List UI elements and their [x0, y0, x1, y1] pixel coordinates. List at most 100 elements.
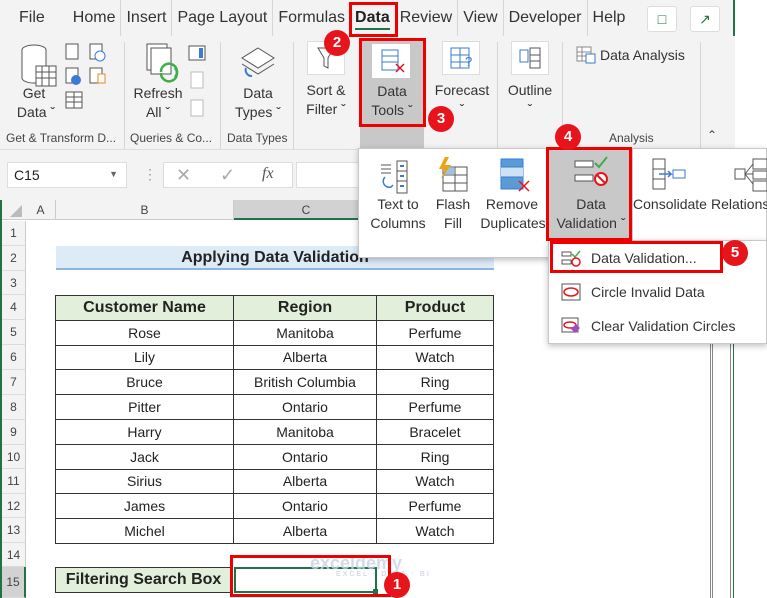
comments-button[interactable]: □: [647, 6, 677, 32]
region-cell[interactable]: Ontario: [233, 443, 377, 470]
group-label-get-transform: Get & Transform D...: [6, 131, 117, 145]
row-header[interactable]: 9: [2, 420, 26, 445]
name-box-dropdown-icon[interactable]: ▼: [109, 169, 118, 179]
product-cell[interactable]: Watch: [376, 518, 494, 544]
row-header[interactable]: 4: [2, 295, 26, 320]
window-edge-right-lower: [733, 340, 734, 598]
table-row: Michel Alberta Watch: [55, 518, 494, 544]
customer-name-cell[interactable]: Michel: [55, 518, 234, 544]
collapse-ribbon-icon[interactable]: ⌃: [707, 128, 717, 142]
formula-bar-grip-icon: ⋮: [143, 166, 157, 182]
region-cell[interactable]: Alberta: [233, 468, 377, 495]
enter-icon[interactable]: ✓: [220, 165, 235, 186]
customer-name-cell[interactable]: Pitter: [55, 394, 234, 420]
table-row: Bruce British Columbia Ring: [55, 369, 494, 396]
product-cell[interactable]: Perfume: [376, 394, 494, 420]
data-validation-button[interactable]: Data Validation ˇ: [549, 149, 633, 245]
row-header[interactable]: 1: [2, 221, 26, 246]
select-all-corner[interactable]: [2, 200, 26, 220]
product-cell[interactable]: Watch: [376, 344, 494, 371]
customer-name-cell[interactable]: Sirius: [55, 468, 234, 495]
insert-function-icon[interactable]: fx: [262, 165, 274, 183]
row-header[interactable]: 5: [2, 320, 26, 345]
product-cell[interactable]: Bracelet: [376, 418, 494, 445]
table-header-row: Customer Name Region Product: [55, 295, 494, 321]
tab-file[interactable]: File: [14, 0, 50, 36]
data-tools-button[interactable]: Data Tools ˇ: [360, 40, 424, 150]
sort-filter-label-1: Sort &: [306, 82, 346, 98]
tab-page-layout[interactable]: Page Layout: [171, 0, 272, 36]
refresh-label-text: All: [145, 104, 162, 120]
tab-home[interactable]: Home: [68, 0, 121, 36]
region-cell[interactable]: Alberta: [233, 518, 377, 544]
customer-name-cell[interactable]: James: [55, 493, 234, 520]
row-header[interactable]: 8: [2, 395, 26, 420]
product-cell[interactable]: Ring: [376, 369, 494, 396]
header-region[interactable]: Region: [233, 295, 377, 321]
product-cell[interactable]: Perfume: [376, 319, 494, 346]
comment-icon: □: [657, 11, 667, 27]
column-header-c[interactable]: C: [234, 200, 378, 220]
relationships-label: Relations: [711, 196, 767, 212]
customer-name-cell[interactable]: Jack: [55, 443, 234, 470]
region-cell[interactable]: Manitoba: [233, 418, 377, 445]
group-label-analysis: Analysis: [609, 131, 654, 145]
row-header[interactable]: 2: [2, 246, 26, 271]
data-validation-icon: [574, 156, 608, 186]
product-cell[interactable]: Watch: [376, 468, 494, 495]
column-header-b[interactable]: B: [56, 200, 234, 220]
customer-name-cell[interactable]: Rose: [55, 319, 234, 346]
data-tools-icon: [381, 49, 405, 73]
column-header-a[interactable]: A: [26, 200, 56, 220]
tab-insert[interactable]: Insert: [120, 0, 171, 36]
table-row: Sirius Alberta Watch: [55, 468, 494, 495]
formula-input[interactable]: [296, 162, 366, 188]
tab-view[interactable]: View: [457, 0, 502, 36]
region-cell[interactable]: Ontario: [233, 394, 377, 420]
name-box[interactable]: C15 ▼: [7, 162, 127, 188]
customer-name-cell[interactable]: Lily: [55, 344, 234, 371]
fill-handle[interactable]: [373, 589, 378, 594]
tab-review[interactable]: Review: [395, 0, 457, 36]
scrollbar-divider: [712, 340, 713, 598]
menu-item-data-validation[interactable]: Data Validation...: [561, 245, 697, 271]
group-separator: [700, 42, 701, 150]
row-header[interactable]: 6: [2, 345, 26, 370]
region-cell[interactable]: British Columbia: [233, 369, 377, 396]
menu-item-clear-validation-circles[interactable]: Clear Validation Circles: [561, 313, 735, 339]
tab-data[interactable]: Data: [350, 0, 395, 36]
relationships-icon: [734, 158, 767, 192]
customer-name-cell[interactable]: Harry: [55, 418, 234, 445]
step-badge-2: 2: [324, 30, 350, 56]
row-header[interactable]: 15: [2, 567, 26, 598]
row-header[interactable]: 12: [2, 494, 26, 518]
tab-developer[interactable]: Developer: [502, 0, 587, 36]
row-header[interactable]: 3: [2, 271, 26, 295]
region-cell[interactable]: Alberta: [233, 344, 377, 371]
group-label-data-types: Data Types: [227, 131, 288, 145]
row-header[interactable]: 13: [2, 518, 26, 543]
header-customer-name[interactable]: Customer Name: [55, 295, 234, 321]
tab-help[interactable]: Help: [586, 0, 631, 36]
row-header[interactable]: 11: [2, 469, 26, 494]
menu-item-circle-invalid-data[interactable]: Circle Invalid Data: [561, 279, 705, 305]
region-cell[interactable]: Ontario: [233, 493, 377, 520]
queries-small-icons: [188, 45, 206, 117]
watermark-brand: exceldemy: [310, 553, 403, 573]
consolidate-icon: [652, 158, 686, 190]
row-header[interactable]: 14: [2, 543, 26, 567]
data-analysis-button[interactable]: Data Analysis: [576, 45, 685, 65]
data-types-icon: [241, 47, 275, 77]
header-product[interactable]: Product: [376, 295, 494, 321]
product-cell[interactable]: Ring: [376, 443, 494, 470]
product-cell[interactable]: Perfume: [376, 493, 494, 520]
cancel-icon[interactable]: ✕: [176, 165, 191, 186]
step-badge-1: 1: [384, 572, 410, 598]
region-cell[interactable]: Manitoba: [233, 319, 377, 346]
text-to-columns-icon: [381, 160, 408, 194]
row-header[interactable]: 7: [2, 370, 26, 395]
table-row: Jack Ontario Ring: [55, 443, 494, 470]
customer-name-cell[interactable]: Bruce: [55, 369, 234, 396]
row-header[interactable]: 10: [2, 445, 26, 469]
share-button[interactable]: ↗: [690, 6, 720, 32]
